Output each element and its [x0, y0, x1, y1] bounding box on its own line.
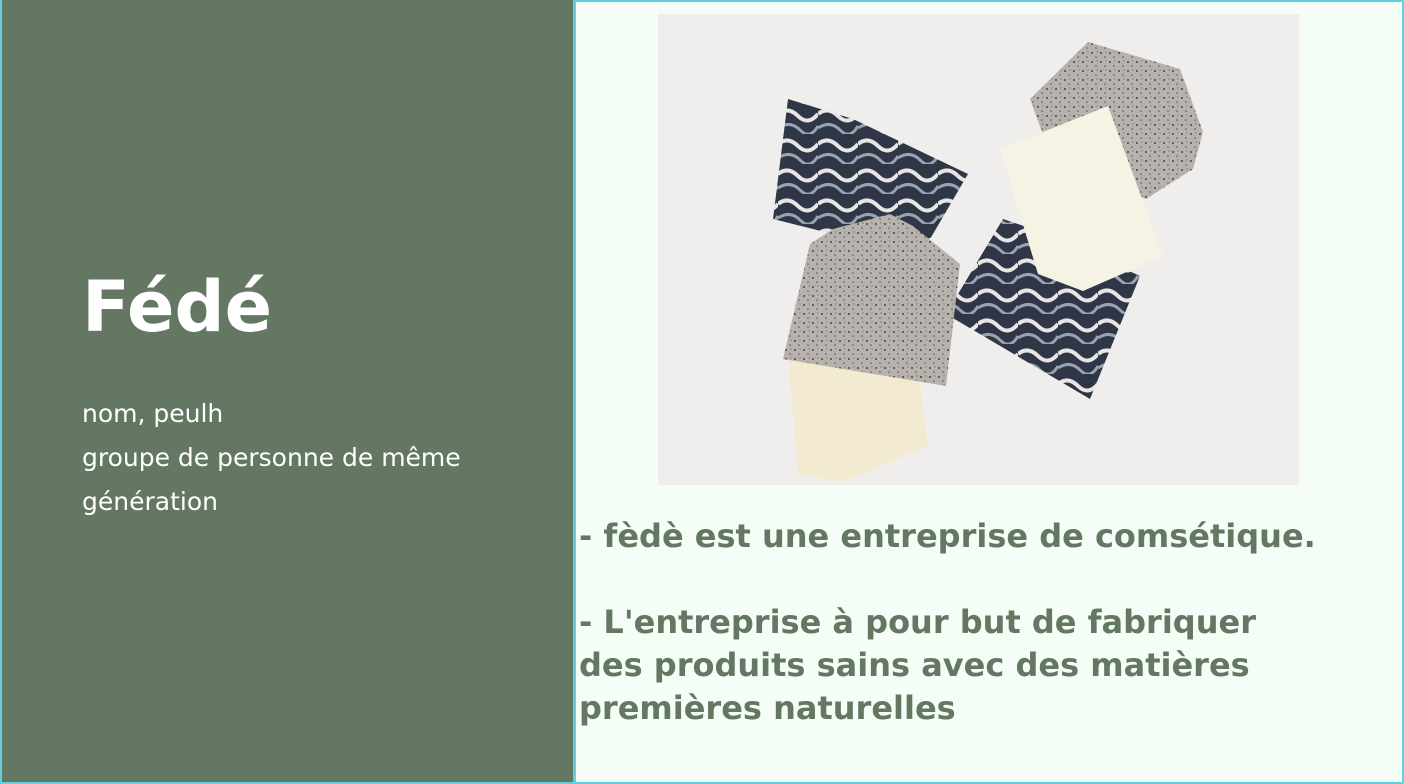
soap-bars-photo — [658, 14, 1299, 485]
purpose-line: - L'entreprise à pour but de fabriquer — [579, 603, 1256, 641]
definition-line: groupe de personne de même — [82, 443, 461, 472]
left-panel: Fédé nom, peulh groupe de personne de mê… — [2, 0, 576, 782]
definition-line: nom, peulh — [82, 399, 224, 428]
purpose-line: premières naturelles — [579, 689, 956, 727]
description-line: - fèdè est une entreprise de comsétique. — [579, 517, 1316, 555]
purpose-line: des produits sains avec des matières — [579, 646, 1250, 684]
purpose-text: - L'entreprise à pour but de fabriquer d… — [579, 601, 1256, 730]
soap-bars-illustration — [773, 42, 1203, 482]
slide-title: Fédé — [82, 266, 273, 348]
definition-text: nom, peulh groupe de personne de même gé… — [82, 392, 461, 524]
soap-speckled-center — [783, 214, 960, 386]
definition-line: génération — [82, 487, 218, 516]
